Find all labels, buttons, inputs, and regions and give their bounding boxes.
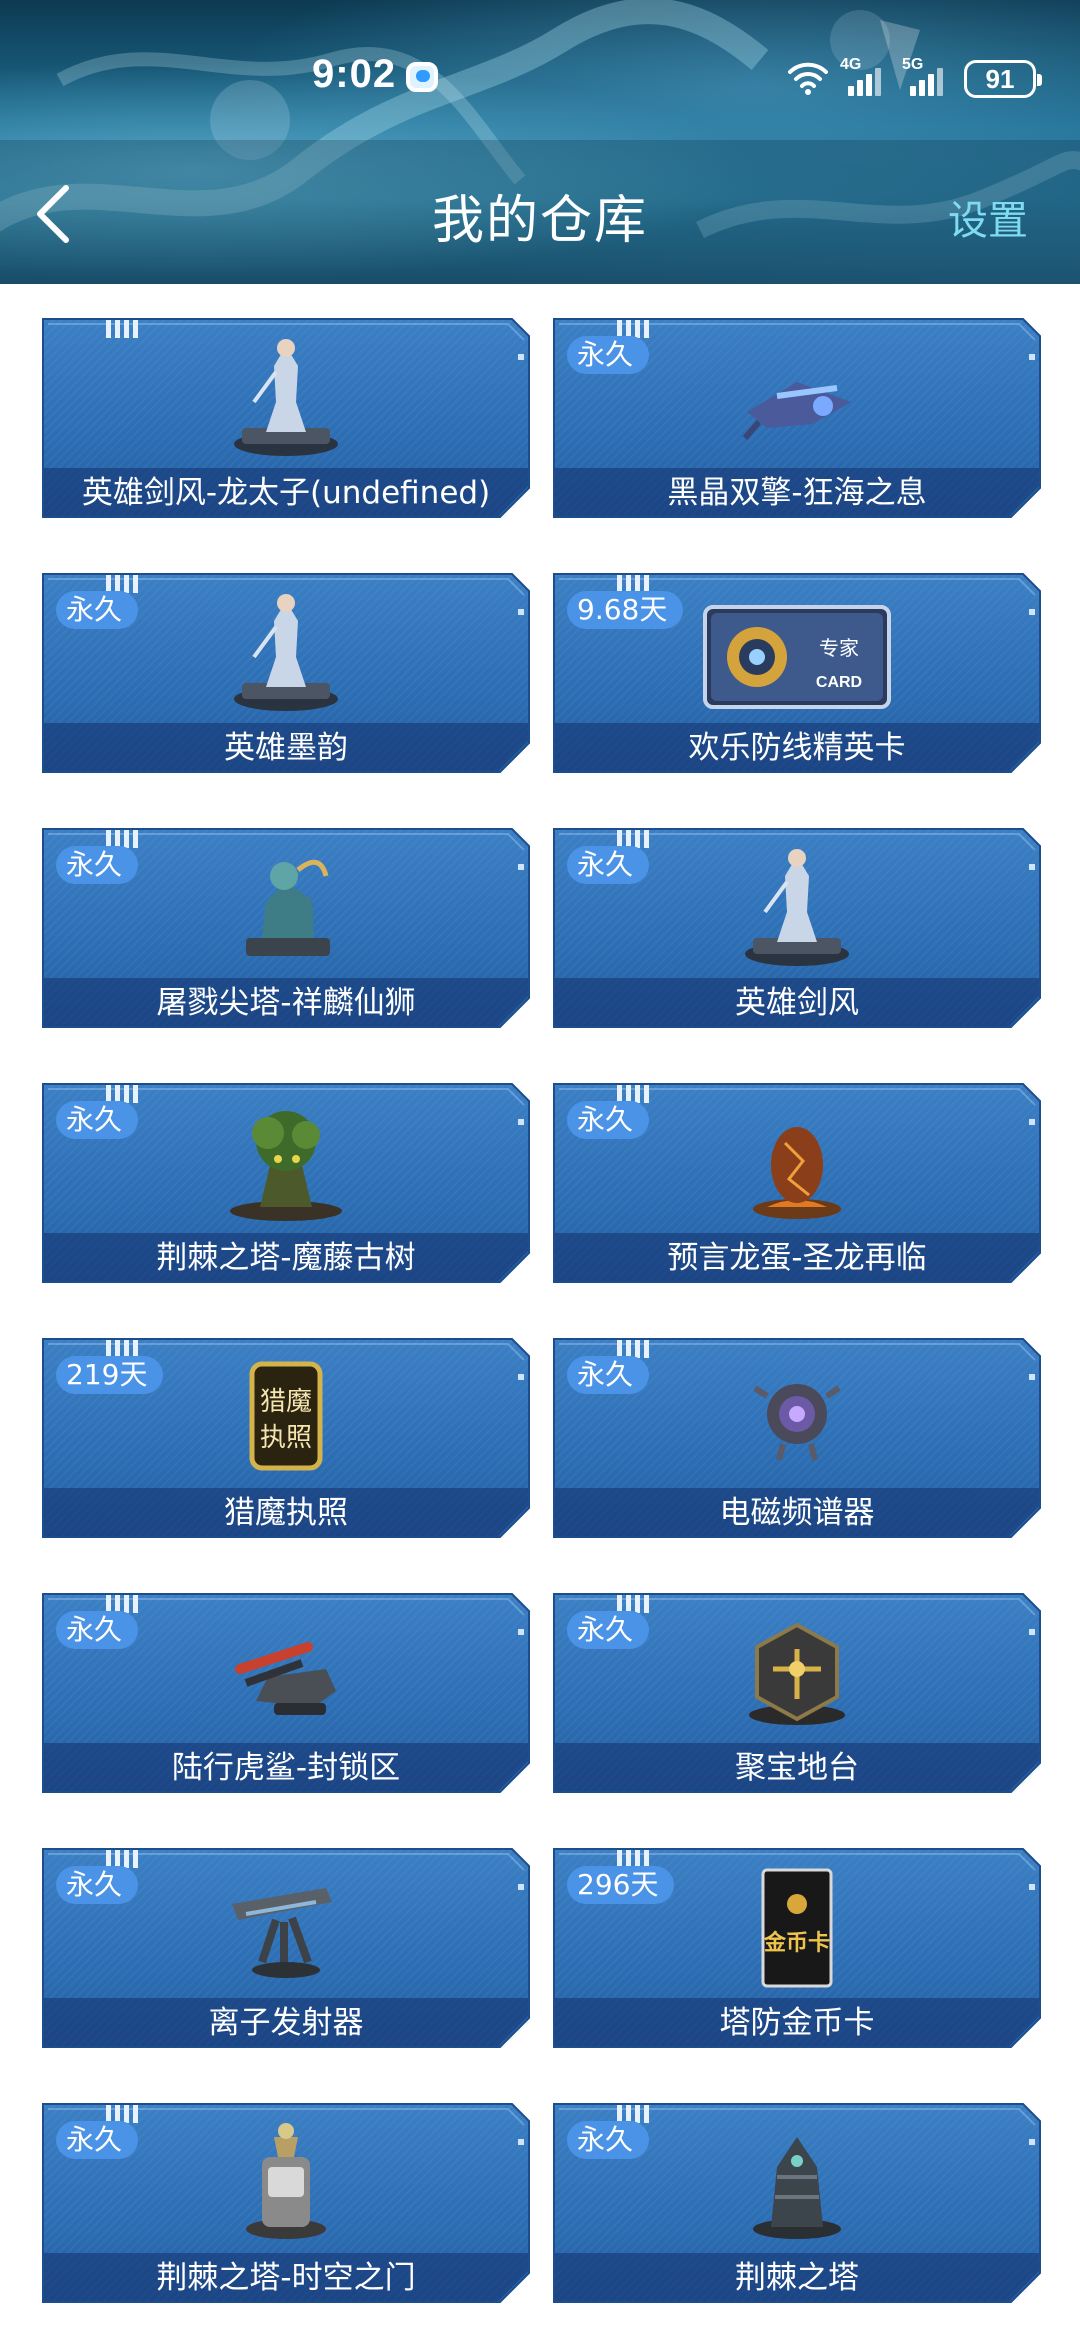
item-duration-badge: 296天: [567, 1866, 675, 1904]
item-card-14[interactable]: 金币卡 塔防金币卡 296天: [553, 1848, 1041, 2048]
item-card-9[interactable]: 猎魔 执照 猎魔执照 219天: [42, 1338, 530, 1538]
item-card-1[interactable]: 英雄剑风-龙太子(undefined): [42, 318, 530, 518]
item-name: 欢乐防线精英卡: [688, 730, 906, 766]
item-card-16[interactable]: 荆棘之塔 永久: [553, 2103, 1041, 2303]
item-duration-badge: 永久: [56, 591, 139, 629]
thorn-tower-icon: [727, 2117, 867, 2247]
item-card-10[interactable]: 电磁频谱器 永久: [553, 1338, 1041, 1538]
hero-figure-icon: [216, 332, 356, 462]
gold-coin-card-icon: 金币卡: [727, 1862, 867, 1992]
item-name: 塔防金币卡: [719, 2005, 875, 2041]
item-card-2[interactable]: 黑晶双擎-狂海之息 永久: [553, 318, 1041, 518]
item-card-5[interactable]: 屠戮尖塔-祥麟仙狮 永久: [42, 828, 530, 1028]
item-card-7[interactable]: 荆棘之塔-魔藤古树 永久: [42, 1083, 530, 1283]
status-icons: 4G 5G 91: [786, 56, 1066, 98]
item-duration-badge: 219天: [56, 1356, 164, 1394]
item-card-11[interactable]: 陆行虎鲨-封锁区 永久: [42, 1593, 530, 1793]
treasure-platform-icon: [727, 1607, 867, 1737]
spectrum-device-icon: [727, 1352, 867, 1482]
chat-notification-icon: [406, 62, 438, 92]
settings-button[interactable]: 设置: [948, 188, 1028, 246]
expert-card-icon: 专家 CARD: [703, 587, 891, 717]
item-card-6[interactable]: 英雄剑风 永久: [553, 828, 1041, 1028]
svg-text:执照: 执照: [260, 1423, 312, 1453]
svg-text:CARD: CARD: [816, 674, 862, 691]
hero-figure-icon: [727, 842, 867, 972]
tank-icon: [216, 1607, 356, 1737]
item-duration-badge: 永久: [567, 1611, 650, 1649]
item-card-3[interactable]: 英雄墨韵 永久: [42, 573, 530, 773]
status-bar: 9:02 4G 5G 91: [0, 0, 1080, 140]
item-card-4[interactable]: 专家 CARD 欢乐防线精英卡 9.68天: [553, 573, 1041, 773]
battery-icon: 91: [964, 60, 1042, 98]
item-card-8[interactable]: 预言龙蛋-圣龙再临 永久: [553, 1083, 1041, 1283]
hero-figure-icon: [216, 587, 356, 717]
item-name: 预言龙蛋-圣龙再临: [667, 1240, 927, 1276]
item-duration-badge: 永久: [567, 336, 650, 374]
item-name: 英雄剑风: [735, 985, 859, 1021]
item-name: 英雄剑风-龙太子(undefined): [81, 475, 491, 511]
item-name: 黑晶双擎-狂海之息: [667, 475, 927, 511]
lion-tower-icon: [216, 842, 356, 972]
warehouse-grid: 英雄剑风-龙太子(undefined) 黑晶双擎-狂海之息 永久 英雄墨韵 永久: [0, 284, 1080, 2340]
license-icon: 猎魔 执照: [216, 1352, 356, 1482]
battery-level: 91: [985, 63, 1015, 94]
svg-text:猎魔: 猎魔: [260, 1387, 312, 1417]
item-duration-badge: 永久: [56, 1101, 139, 1139]
svg-text:金币卡: 金币卡: [763, 1930, 830, 1956]
item-name: 陆行虎鲨-封锁区: [171, 1750, 401, 1786]
svg-text:专家: 专家: [819, 636, 859, 660]
item-duration-badge: 永久: [56, 1866, 139, 1904]
page-title: 我的仓库: [431, 191, 648, 251]
card-notch: [106, 320, 138, 338]
item-duration-badge: 永久: [567, 1356, 650, 1394]
aircraft-icon: [727, 332, 867, 462]
item-duration-badge: 永久: [56, 2121, 139, 2159]
item-name: 荆棘之塔-魔藤古树: [156, 1240, 416, 1276]
header: 9:02 4G 5G 91 我的仓库 设置: [0, 0, 1080, 284]
item-duration-badge: 永久: [567, 2121, 650, 2159]
item-name: 荆棘之塔: [735, 2260, 859, 2296]
signal-5g-icon: 5G: [902, 56, 958, 98]
signal-4g-icon: 4G: [840, 56, 896, 98]
item-name: 英雄墨韵: [224, 730, 348, 766]
dragon-egg-icon: [727, 1097, 867, 1227]
item-name: 电磁频谱器: [719, 1495, 875, 1531]
item-duration-badge: 9.68天: [567, 591, 684, 629]
tree-tower-icon: [216, 1097, 356, 1227]
item-card-12[interactable]: 聚宝地台 永久: [553, 1593, 1041, 1793]
item-name: 荆棘之塔-时空之门: [156, 2260, 416, 2296]
time-gate-tower-icon: [216, 2117, 356, 2247]
item-name: 离子发射器: [208, 2005, 364, 2041]
ion-launcher-icon: [216, 1862, 356, 1992]
item-duration-badge: 永久: [56, 846, 139, 884]
item-duration-badge: 永久: [56, 1611, 139, 1649]
item-name: 屠戮尖塔-祥麟仙狮: [156, 985, 416, 1021]
status-time: 9:02: [312, 52, 397, 96]
item-card-13[interactable]: 离子发射器 永久: [42, 1848, 530, 2048]
item-duration-badge: 永久: [567, 1101, 650, 1139]
item-duration-badge: 永久: [567, 846, 650, 884]
item-name: 聚宝地台: [735, 1750, 859, 1786]
wifi-icon: [788, 62, 828, 95]
item-name: 猎魔执照: [224, 1495, 348, 1531]
item-card-15[interactable]: 荆棘之塔-时空之门 永久: [42, 2103, 530, 2303]
